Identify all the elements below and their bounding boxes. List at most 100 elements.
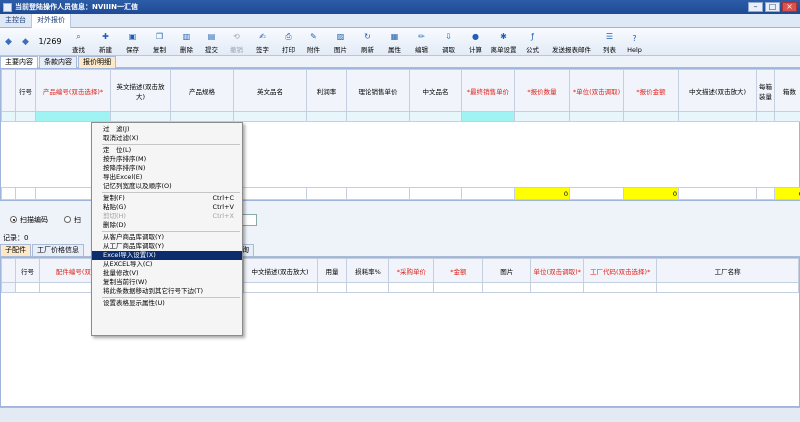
table-cell[interactable] [242,282,318,293]
menu-item[interactable]: 复制(F) Ctrl+C [92,194,242,203]
toolbar-button-4[interactable]: ▥ 删除 [174,29,199,55]
toolbar-button-8[interactable]: ⎙ 打印 [276,29,301,55]
column-header[interactable]: 损耗率% [346,258,390,283]
tab-main-content[interactable]: 主要内容 [0,56,38,68]
column-header[interactable]: 工厂代码(双击选择)* [583,258,658,283]
scan-alt-radio[interactable] [64,216,71,223]
column-header[interactable]: *单位(双击调取) [569,69,624,112]
next-record-button[interactable]: ◆ [17,30,34,54]
toolbar-button-2[interactable]: ▣ 保存 [120,29,145,55]
table-cell[interactable] [774,111,800,122]
toolbar-button-5[interactable]: ▤ 提交 [199,29,224,55]
table-cell[interactable] [346,111,410,122]
menu-item[interactable]: 剪切(H) Ctrl+X [92,212,242,221]
table-cell[interactable] [756,111,775,122]
table-cell[interactable] [1,282,16,293]
table-cell[interactable] [514,111,570,122]
table-row-selected[interactable] [1,111,800,122]
table-cell[interactable] [15,111,36,122]
menu-item[interactable]: 设置表格显示属性(U) [92,299,242,308]
column-header[interactable]: 英文品名 [233,69,307,112]
toolbar-button-6[interactable]: ⟲ 撤销 [224,29,249,55]
toolbar-button-15[interactable]: ● 计算 [463,29,488,55]
table-cell[interactable] [678,111,757,122]
prev-record-button[interactable]: ◆ [0,30,17,54]
table-cell[interactable] [409,111,462,122]
toolbar-button-19[interactable]: ☰ 列表 [597,29,622,55]
toolbar-button-7[interactable]: ✍ 签字 [249,29,276,55]
menu-item[interactable]: Excel导入设置(X) [92,251,242,260]
menu-item[interactable]: 导出Excel(E) [92,173,242,182]
column-header[interactable]: *报价数量 [514,69,570,112]
column-header[interactable]: 箱数 [774,69,800,112]
column-header[interactable]: *金额 [433,258,484,283]
table-cell[interactable] [656,282,799,293]
tab-sub-parts[interactable]: 子配件 [0,244,31,256]
column-header[interactable]: 理论销售单价 [346,69,410,112]
tab-external-quote[interactable]: 对外报价 [32,14,71,28]
table-cell[interactable] [110,111,171,122]
toolbar-button-12[interactable]: ▦ 属性 [380,29,409,55]
table-cell[interactable] [14,282,40,293]
toolbar-button-18[interactable]: 发送报表邮件 [546,29,597,55]
close-button[interactable]: × [782,2,797,12]
tab-quote-details[interactable]: 报价明细 [78,56,116,68]
table-cell[interactable] [388,282,435,293]
table-cell[interactable] [482,282,532,293]
menu-item[interactable]: 删除(D) [92,221,242,230]
menu-item[interactable]: 记忆列宽度以及顺序(O) [92,182,242,191]
column-header[interactable]: *最终销售单价 [461,69,515,112]
column-header[interactable]: 行号 [15,69,36,112]
menu-item[interactable]: 将此条数据移动到其它行号下边(T) [92,287,242,296]
column-header[interactable]: 单位(双击调取)* [530,258,585,283]
toolbar-button-3[interactable]: ❐ 复制 [145,29,174,55]
table-cell[interactable] [1,111,16,122]
column-header[interactable]: 工厂名称 [656,258,799,283]
tab-factory-price[interactable]: 工厂价格信息 [32,244,84,256]
toolbar-button-14[interactable]: ⇩ 调取 [434,29,463,55]
menu-item[interactable]: 取消过滤(X) [92,134,242,143]
table-cell[interactable] [583,282,658,293]
toolbar-button-13[interactable]: ✏ 编辑 [409,29,434,55]
table-cell[interactable] [346,282,390,293]
column-header[interactable]: 中文品名 [409,69,462,112]
toolbar-button-17[interactable]: ƒ 公式 [519,29,546,55]
menu-item[interactable]: 从EXCEL导入(C) [92,260,242,269]
tab-terms[interactable]: 条款内容 [39,56,77,68]
column-header[interactable]: 图片 [482,258,532,283]
column-header[interactable]: 产品编号(双击选择)* [35,69,111,112]
maximize-button[interactable]: □ [765,2,780,12]
column-header[interactable]: 行号 [14,258,40,283]
table-cell[interactable] [233,111,307,122]
menu-item[interactable]: 从工厂商品库调取(Y) [92,242,242,251]
column-header[interactable]: *采购单价 [388,258,435,283]
table-cell[interactable] [35,111,111,122]
table-cell[interactable] [433,282,484,293]
column-header[interactable]: 中文描述(双击放大) [678,69,757,112]
scan-code-radio[interactable] [10,216,17,223]
column-header[interactable]: *报价金额 [623,69,679,112]
toolbar-button-20[interactable]: ? Help [622,29,647,55]
toolbar-button-16[interactable]: ✱ 离单设置 [488,29,519,55]
menu-item[interactable]: 从客户商品库调取(Y) [92,233,242,242]
column-header[interactable]: 英文描述(双击放大) [110,69,171,112]
menu-item[interactable]: 复制当前行(W) [92,278,242,287]
menu-item[interactable]: 按降序排序(N) [92,164,242,173]
menu-item[interactable]: 过 滤(J) [92,125,242,134]
table-cell[interactable] [623,111,679,122]
menu-item[interactable]: 粘贴(G) Ctrl+V [92,203,242,212]
toolbar-button-10[interactable]: ▨ 图片 [326,29,355,55]
column-header[interactable]: 利润率 [306,69,347,112]
table-cell[interactable] [306,111,347,122]
table-cell[interactable] [170,111,234,122]
table-cell[interactable] [530,282,585,293]
toolbar-button-9[interactable]: ✎ 附件 [301,29,326,55]
tab-console[interactable]: 主控台 [0,14,32,28]
minimize-button[interactable]: – [748,2,763,12]
table-cell[interactable] [316,282,348,293]
table-cell[interactable] [569,111,624,122]
table-cell[interactable] [461,111,515,122]
menu-item[interactable]: 按升序排序(M) [92,155,242,164]
column-header[interactable]: 中文描述(双击放大) [242,258,318,283]
menu-item[interactable]: 定 位(L) [92,146,242,155]
